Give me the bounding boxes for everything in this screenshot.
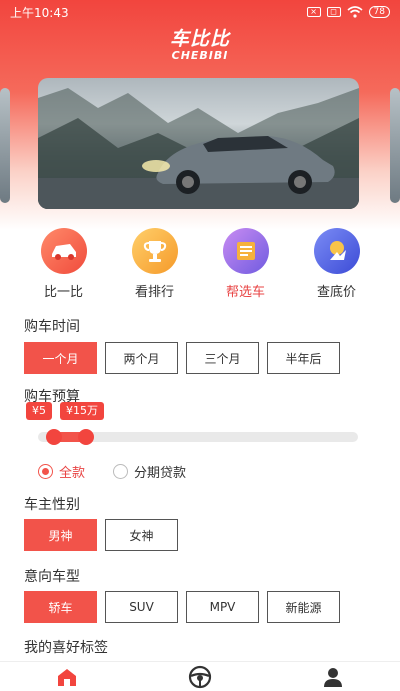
purchase-time-options: 一个月 两个月 三个月 半年后 xyxy=(24,342,340,374)
payment-options: 全款 分期贷款 xyxy=(38,462,186,481)
option-one-month[interactable]: 一个月 xyxy=(24,342,97,374)
menu-label-ranking: 看排行 xyxy=(134,285,174,300)
price-tag-icon xyxy=(313,228,360,274)
option-new-energy[interactable]: 新能源 xyxy=(267,591,340,623)
radio-checked-icon xyxy=(38,464,53,479)
radio-unchecked-icon xyxy=(113,464,129,479)
trophy-icon xyxy=(131,228,178,274)
quick-menu: 比一比 看排行 帮选车 查底价 xyxy=(0,228,400,300)
notification-icon: ◻ xyxy=(326,7,341,17)
banner-car-image xyxy=(38,88,359,209)
preference-tags-title: 我的喜好标签 xyxy=(24,640,108,656)
gender-options: 男神 女神 xyxy=(24,519,178,551)
option-half-year[interactable]: 半年后 xyxy=(267,342,340,374)
budget-min-label: ¥5 xyxy=(26,402,52,420)
car-compare-icon xyxy=(40,228,87,274)
tab-profile[interactable] xyxy=(303,666,363,688)
option-suv[interactable]: SUV xyxy=(105,591,178,623)
payment-full-label: 全款 xyxy=(59,466,86,481)
budget-max-handle[interactable] xyxy=(78,429,94,445)
logo-chinese: 车比比 xyxy=(169,28,230,50)
message-icon: × xyxy=(306,7,321,17)
car-type-title: 意向车型 xyxy=(24,569,80,585)
gender-title: 车主性别 xyxy=(24,497,80,513)
checklist-icon xyxy=(222,228,269,274)
payment-full[interactable]: 全款 xyxy=(38,462,85,481)
purchase-time-title: 购车时间 xyxy=(24,319,80,335)
budget-max-label: ¥15万 xyxy=(60,402,104,420)
car-type-options: 轿车 SUV MPV 新能源 xyxy=(24,591,340,623)
option-mpv[interactable]: MPV xyxy=(186,591,259,623)
menu-label-compare: 比一比 xyxy=(43,285,83,300)
menu-label-help-select: 帮选车 xyxy=(225,285,265,300)
banner-carousel[interactable] xyxy=(38,78,359,209)
carousel-next-peek[interactable] xyxy=(390,88,400,203)
steering-wheel-icon xyxy=(188,665,212,688)
tab-home[interactable] xyxy=(37,667,97,687)
payment-installment-label: 分期贷款 xyxy=(134,466,187,481)
menu-label-lowest-price: 查底价 xyxy=(316,285,356,300)
budget-slider[interactable]: ¥5 ¥15万 xyxy=(26,402,358,445)
option-female[interactable]: 女神 xyxy=(105,519,178,551)
carousel-prev-peek[interactable] xyxy=(0,88,10,203)
option-male[interactable]: 男神 xyxy=(24,519,97,551)
bottom-tab-bar xyxy=(0,661,400,691)
menu-item-ranking[interactable]: 看排行 xyxy=(120,228,190,300)
menu-item-compare[interactable]: 比一比 xyxy=(29,228,99,300)
status-bar: 上午10:43 × ◻ 78 xyxy=(0,0,400,24)
logo-english: CHEBIBI xyxy=(171,49,229,62)
wifi-icon xyxy=(347,6,363,18)
battery-indicator: 78 xyxy=(368,6,390,18)
menu-item-help-select[interactable]: 帮选车 xyxy=(211,228,281,300)
option-three-months[interactable]: 三个月 xyxy=(186,342,259,374)
menu-item-lowest-price[interactable]: 查底价 xyxy=(302,228,372,300)
home-icon xyxy=(57,668,76,686)
option-two-months[interactable]: 两个月 xyxy=(105,342,178,374)
tab-drive[interactable] xyxy=(170,665,230,689)
user-icon xyxy=(324,667,343,687)
option-sedan[interactable]: 轿车 xyxy=(24,591,97,623)
payment-installment[interactable]: 分期贷款 xyxy=(113,462,186,481)
budget-min-handle[interactable] xyxy=(46,429,62,445)
app-logo: 车比比 CHEBIBI xyxy=(0,24,400,62)
status-time: 上午10:43 xyxy=(10,5,69,20)
